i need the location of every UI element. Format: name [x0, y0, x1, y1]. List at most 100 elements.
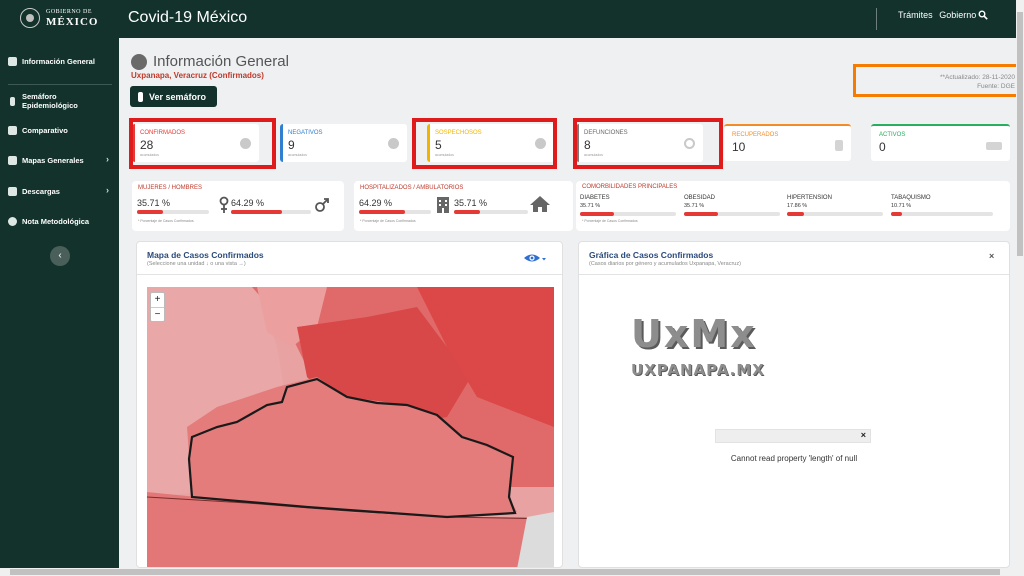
chevron-right-icon: › [106, 185, 109, 195]
women-percent: 35.71 % [137, 198, 171, 208]
info-icon [8, 216, 17, 226]
ver-semaforo-button[interactable]: Ver semáforo [130, 86, 217, 107]
page-title-text: Información General [153, 53, 289, 70]
sidebar-item-label: Mapas Generales [22, 155, 84, 165]
people-icon [8, 125, 17, 135]
comorbidity-value: 10.71 % [891, 203, 912, 209]
sidebar-item-label: Descargas [22, 186, 60, 196]
card-value: 0 [879, 140, 886, 154]
sidebar-item-mapas-generales[interactable]: Mapas Generales › [8, 151, 113, 169]
comorbidity-value: 35.71 % [684, 203, 705, 209]
card-label: ACTIVOS [879, 132, 906, 138]
highlight-box-sospechosos [412, 118, 557, 169]
panel-divider [137, 274, 562, 275]
updated-date: **Actualizado: 28-11-2020 [939, 74, 1015, 81]
search-icon[interactable] [978, 10, 988, 20]
page-title: Información General [131, 53, 289, 70]
comorbidities-title: COMORBILIDADES PRINCIPALES [582, 184, 678, 190]
sidebar-item-label: Semáforo Epidemiológico [22, 92, 78, 110]
comorbidity-bar [787, 212, 883, 216]
sidebar-item-label: Información General [22, 56, 95, 66]
minus-circle-icon [388, 138, 399, 149]
logo-line1: GOBIERNO DE [46, 9, 92, 15]
zoom-in-button[interactable]: + [151, 293, 164, 308]
hospital-title: HOSPITALIZADOS / AMBULATORIOS [360, 185, 464, 191]
scrollbar-thumb[interactable] [10, 569, 1000, 575]
sidebar-item-comparativo[interactable]: Comparativo [8, 121, 113, 139]
gauge-icon [131, 53, 147, 70]
bed-icon [986, 142, 1002, 150]
sidebar-item-nota-metodologica[interactable]: Nota Metodológica [8, 212, 113, 230]
sidebar-item-informacion-general[interactable]: Información General [8, 52, 113, 70]
card-value: 9 [288, 138, 295, 152]
card-activos[interactable]: ACTIVOS 0 [871, 124, 1010, 161]
card-value: 10 [732, 140, 746, 154]
card-negativos[interactable]: NEGATIVOS 9 acumulados [280, 124, 407, 162]
sidebar-item-semaforo[interactable]: Semáforo Epidemiológico [8, 92, 113, 110]
link-gobierno[interactable]: Gobierno [939, 10, 976, 20]
traffic-light-icon [138, 91, 143, 102]
comorbidity-label: TABAQUISMO [891, 195, 931, 201]
main-content: Información General Uxpanapa, Veracruz (… [119, 38, 1022, 568]
gender-panel: MUJERES / HOMBRES 35.71 % 64.29 % * Porc… [132, 181, 344, 231]
sidebar-item-label: Comparativo [22, 125, 68, 135]
chart-panel-subtitle: (Casos diarios por género y acumulados U… [589, 261, 741, 267]
comorbidity-label: DIABETES [580, 195, 610, 201]
chart-close-button[interactable]: × [989, 251, 994, 261]
logo-line2: MÉXICO [46, 16, 99, 28]
hospitalized-percent: 64.29 % [359, 198, 393, 208]
ambulatory-bar [454, 210, 528, 214]
download-icon [8, 186, 17, 196]
ambulatory-percent: 35.71 % [454, 198, 488, 208]
hospital-panel: HOSPITALIZADOS / AMBULATORIOS 64.29 % 35… [354, 181, 573, 231]
seal-icon [20, 8, 40, 28]
error-close-button[interactable]: × [861, 430, 866, 440]
card-label: RECUPERADOS [732, 132, 779, 138]
page-subtitle: Uxpanapa, Veracruz (Confirmados) [131, 71, 264, 80]
card-recuperados[interactable]: RECUPERADOS 10 [724, 124, 851, 161]
chart-panel: Gráfica de Casos Confirmados (Casos diar… [578, 241, 1010, 568]
male-icon [315, 198, 329, 212]
hospital-icon [437, 197, 449, 213]
ver-semaforo-label: Ver semáforo [149, 91, 207, 102]
map-zoom-control: + − [150, 292, 165, 322]
header-links: Trámites Gobierno [898, 10, 980, 20]
men-bar [231, 210, 311, 214]
vertical-scrollbar[interactable] [1016, 0, 1024, 576]
comorbidity-bar [891, 212, 993, 216]
walking-person-icon [835, 140, 843, 151]
sidebar: Información General Semáforo Epidemiológ… [0, 38, 119, 568]
female-icon [219, 196, 229, 213]
link-tramites[interactable]: Trámites [898, 10, 933, 20]
comorbidity-label: OBESIDAD [684, 195, 716, 201]
scrollbar-thumb[interactable] [1017, 12, 1023, 256]
comorbidities-note: * Porcentaje de Casos Confirmados [582, 219, 638, 223]
comorbidity-value: 17.86 % [787, 203, 808, 209]
watermark-text: UXPANAPA.MX [631, 361, 765, 379]
map-panel-title: Mapa de Casos Confirmados [147, 250, 264, 260]
card-label: NEGATIVOS [288, 130, 323, 136]
highlight-box-defunciones [573, 118, 723, 169]
header-divider [876, 8, 877, 30]
comorbidity-bar-fill [891, 212, 902, 216]
comorbidity-label: HIPERTENSION [787, 195, 832, 201]
hospital-note: * Porcentaje de Casos Confirmados [360, 219, 416, 223]
horizontal-scrollbar[interactable] [0, 568, 1016, 576]
comorbidity-bar-fill [787, 212, 805, 216]
zoom-out-button[interactable]: − [151, 308, 164, 322]
comorbidity-bar [580, 212, 676, 216]
gobierno-logo[interactable]: GOBIERNO DE MÉXICO [20, 8, 120, 30]
traffic-light-icon [10, 96, 15, 106]
map-canvas[interactable]: + − [147, 287, 554, 567]
error-message: Cannot read property 'length' of null [730, 454, 858, 463]
error-bar: × [715, 429, 871, 443]
sidebar-collapse-button[interactable]: ‹ [50, 246, 70, 266]
map-panel: Mapa de Casos Confirmados (Seleccione un… [136, 241, 563, 568]
sidebar-item-label: Nota Metodológica [22, 216, 90, 226]
eye-icon[interactable] [523, 252, 547, 264]
gender-title: MUJERES / HOMBRES [138, 185, 203, 191]
sidebar-item-descargas[interactable]: Descargas › [8, 182, 113, 200]
men-percent: 64.29 % [231, 198, 265, 208]
comorbidity-value: 35.71 % [580, 203, 601, 209]
ambulatory-bar-fill [454, 210, 481, 214]
